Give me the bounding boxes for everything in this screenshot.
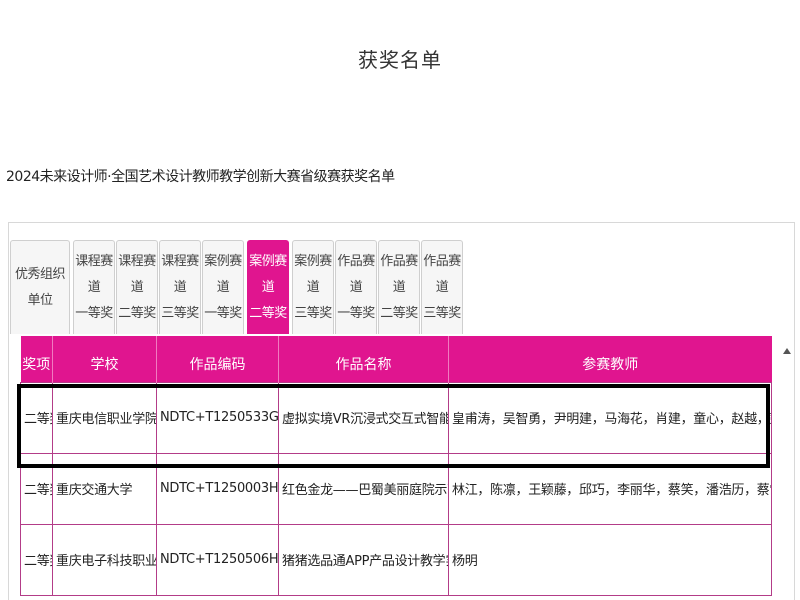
cell-award: 二等奖 [20,381,53,454]
cell-school: 重庆交通大学 [52,452,157,525]
cell-award: 二等奖 [20,523,53,596]
header-award: 奖项 [20,336,53,382]
cell-title: 猪猪选品通APP产品设计教学实践案例 [278,523,449,596]
page-subtitle: 2024未来设计师·全国艺术设计教师教学创新大赛省级赛获奖名单 [6,169,395,185]
page: 获奖名单 2024未来设计师·全国艺术设计教师教学创新大赛省级赛获奖名单 优秀组… [0,0,800,600]
tab-course-first-prize[interactable]: 课程赛道 一等奖 [73,240,115,334]
page-title: 获奖名单 [358,48,442,72]
cell-title: 虚拟实境VR沉浸式交互式智能展厅设计 [278,381,449,454]
awards-table-container: 奖项 学校 作品编码 作品名称 参赛教师 二等奖 重庆电信职业学院 NDTC+T… [20,336,772,596]
cell-teachers: 杨明 [448,523,772,596]
cell-school: 重庆电信职业学院 [52,381,157,454]
cell-award: 二等奖 [20,452,53,525]
tab-work-second-prize[interactable]: 作品赛道 二等奖 [378,240,420,334]
cell-code: NDTC+T1250003H1+B4+001 [156,452,279,525]
cell-code: NDTC+T1250533G1+B4+001 [156,381,279,454]
cell-teachers: 皇甫涛，吴智勇，尹明建，马海花，肖建，童心，赵越，彭宏波，易浩，谭耀研 [448,381,772,454]
header-school: 学校 [52,336,157,382]
tab-case-first-prize[interactable]: 案例赛道 一等奖 [202,240,244,334]
vertical-scrollbar[interactable] [783,348,793,600]
tab-case-second-prize[interactable]: 案例赛道 二等奖 [247,240,289,334]
tab-work-first-prize[interactable]: 作品赛道 一等奖 [335,240,377,334]
awards-table: 奖项 学校 作品编码 作品名称 参赛教师 二等奖 重庆电信职业学院 NDTC+T… [20,336,772,596]
tab-course-third-prize[interactable]: 课程赛道 三等奖 [159,240,201,334]
tab-course-second-prize[interactable]: 课程赛道 二等奖 [116,240,158,334]
tab-case-third-prize[interactable]: 案例赛道 三等奖 [292,240,334,334]
table-header-row: 奖项 学校 作品编码 作品名称 参赛教师 [20,336,772,382]
tab-outstanding-organizer[interactable]: 优秀组织单位 [10,240,70,334]
header-teachers: 参赛教师 [448,336,772,382]
header-title: 作品名称 [278,336,449,382]
header-code: 作品编码 [156,336,279,382]
table-row: 二等奖 重庆电子科技职业大学 NDTC+T1250506H1+B4+002 猪猪… [20,523,772,596]
cell-code: NDTC+T1250506H1+B4+002 [156,523,279,596]
cell-teachers: 林江，陈凛，王颖藤，邱巧，李丽华，蔡笑，潘浩历，蔡雪瓣，林昕瑜，尼娑怜 [448,452,772,525]
table-row: 二等奖 重庆交通大学 NDTC+T1250003H1+B4+001 红色金龙——… [20,452,772,525]
cell-title: 红色金龙——巴蜀美丽庭院示范片规划设计 [278,452,449,525]
scroll-up-arrow-icon[interactable] [783,348,791,354]
tab-work-third-prize[interactable]: 作品赛道 三等奖 [421,240,463,334]
cell-school: 重庆电子科技职业大学 [52,523,157,596]
table-row: 二等奖 重庆电信职业学院 NDTC+T1250533G1+B4+001 虚拟实境… [20,381,772,454]
